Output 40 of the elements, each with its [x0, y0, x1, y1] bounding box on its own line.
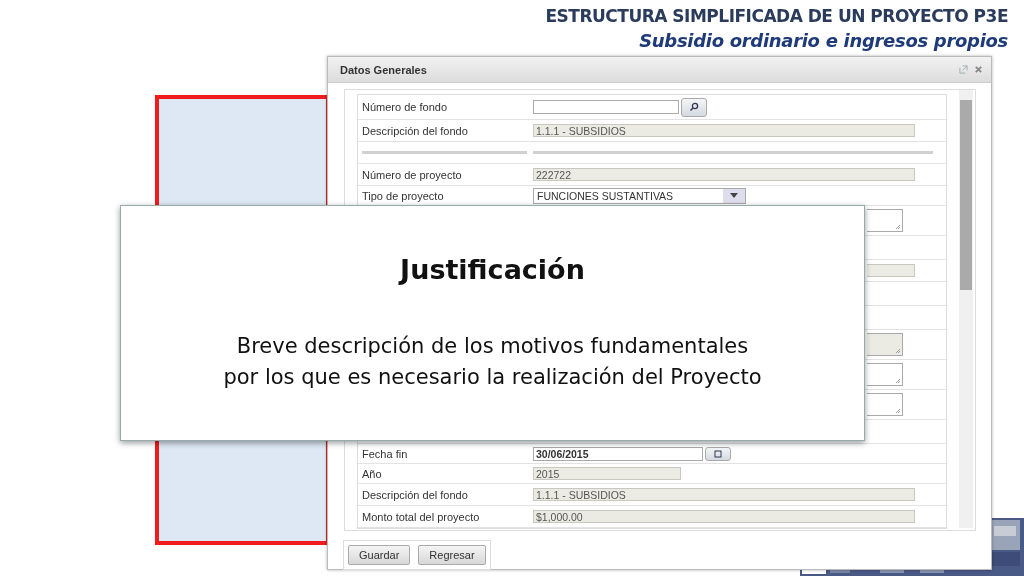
date-field[interactable]: 30/06/2015 — [533, 446, 703, 461]
scrollbar[interactable] — [959, 90, 973, 528]
text-area[interactable] — [867, 363, 903, 386]
callout-title: Justificación — [400, 254, 585, 285]
field-label: Descripción del fondo — [362, 488, 468, 501]
field-label: Año — [362, 467, 382, 480]
readonly-field — [867, 264, 915, 277]
search-icon — [689, 102, 699, 112]
caret-icon — [730, 193, 738, 198]
readonly-field: $1,000.00 — [533, 510, 915, 523]
text-area[interactable] — [867, 333, 903, 356]
resize-grip-icon — [895, 378, 901, 384]
field-label: Número de proyecto — [362, 168, 462, 181]
calendar-button[interactable] — [705, 446, 731, 461]
field-label: Fecha fin — [362, 447, 408, 460]
readonly-field: 1.1.1 - SUBSIDIOS — [533, 124, 915, 137]
dropdown[interactable]: FUNCIONES SUSTANTIVAS — [533, 187, 746, 204]
form-button[interactable]: Guardar — [348, 545, 411, 565]
field-label: Monto total del proyecto — [362, 510, 480, 523]
dialog-title: Datos Generales — [340, 63, 427, 76]
readonly-field: 1.1.1 - SUBSIDIOS — [533, 488, 915, 501]
form-button[interactable]: Regresar — [418, 545, 486, 565]
field-label: Número de fondo — [362, 101, 447, 113]
resize-grip-icon — [895, 408, 901, 414]
popout-icon[interactable] — [959, 65, 968, 74]
slide-subtitle: Subsidio ordinario e ingresos propios — [638, 30, 1008, 51]
readonly-field: 222722 — [533, 168, 915, 181]
field-label: Tipo de proyecto — [362, 189, 444, 202]
resize-grip-icon — [895, 224, 901, 230]
close-icon[interactable] — [974, 65, 983, 74]
callout-text: Breve descripción de los motivos fundamentales por los que es necesario la realización del Proyecto — [223, 333, 762, 391]
text-area[interactable] — [867, 393, 903, 416]
text-area[interactable] — [867, 209, 903, 232]
readonly-field: 2015 — [533, 467, 681, 480]
input-field[interactable] — [533, 100, 679, 114]
resize-grip-icon — [895, 348, 901, 354]
field-label: Descripción del fondo — [362, 124, 468, 137]
calendar-icon — [713, 448, 723, 459]
search-button[interactable] — [681, 97, 707, 117]
slide-title: ESTRUCTURA SIMPLIFICADA DE UN PROYECTO P3E — [545, 6, 1008, 26]
